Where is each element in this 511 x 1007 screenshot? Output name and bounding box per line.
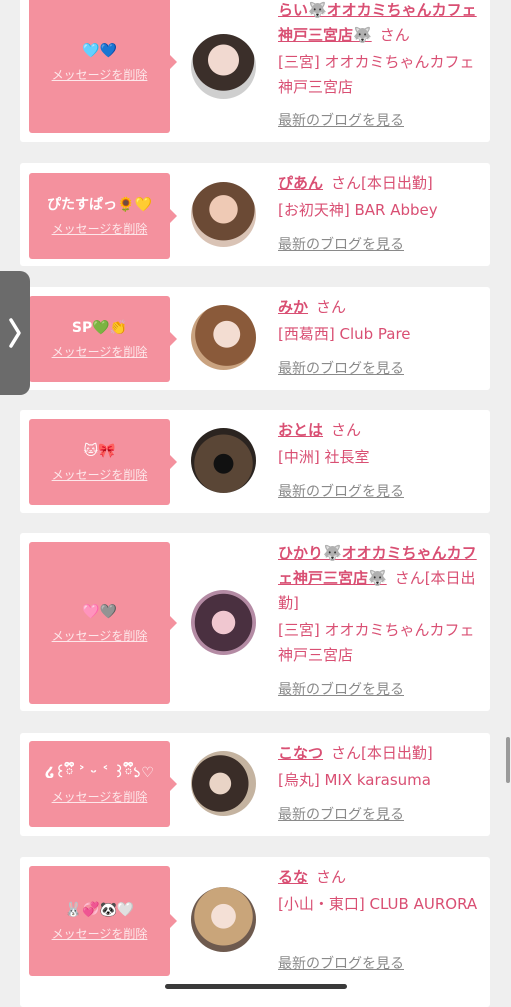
message-text: ໒꒰ྀི ˃ ᵕ ˂ ꒱ྀི১♡	[45, 765, 154, 781]
message-text: 🐰💞🐼🤍	[64, 902, 135, 918]
status-badge: [本日出勤]	[361, 174, 433, 192]
shop-info: [三宮] オオカミちゃんカフェ神戸三宮店	[278, 621, 475, 664]
list-item: SP💚👏 メッセージを削除 みか さん [西葛西] Club Pare 最新のブロ…	[20, 287, 490, 390]
cast-name-link[interactable]: ぴあん	[278, 174, 323, 192]
honorific: さん	[331, 174, 362, 192]
message-bubble: 🩷🩶 メッセージを削除	[29, 542, 177, 704]
message-bubble: ໒꒰ྀི ˃ ᵕ ˂ ꒱ྀི১♡ メッセージを削除	[29, 741, 177, 827]
side-drawer-tab[interactable]	[0, 271, 30, 395]
latest-blog-link[interactable]: 最新のブログを見る	[278, 681, 404, 699]
message-bubble: 🩵💙 メッセージを削除	[29, 0, 177, 133]
avatar[interactable]	[191, 182, 256, 247]
cast-name-link[interactable]: らい🐺オオカミちゃんカフェ神戸三宮店🐺	[278, 1, 477, 44]
list-item: 🩷🩶 メッセージを削除 ひかり🐺オオカミちゃんカフェ神戸三宮店🐺 さん[本日出勤]…	[20, 533, 490, 711]
status-badge: [本日出勤]	[361, 744, 433, 762]
message-text: 🩵💙	[82, 42, 117, 59]
honorific: さん	[331, 421, 362, 439]
latest-blog-link[interactable]: 最新のブログを見る	[278, 955, 404, 973]
message-text: ぴたすぱっ🌻💛	[47, 197, 152, 213]
delete-message-link[interactable]: メッセージを削除	[52, 628, 148, 644]
delete-message-link[interactable]: メッセージを削除	[52, 926, 148, 942]
home-indicator	[165, 984, 347, 989]
message-bubble: 🐰💞🐼🤍 メッセージを削除	[29, 866, 177, 976]
chevron-right-icon	[9, 318, 21, 348]
shop-info: [お初天神] BAR Abbey	[278, 201, 438, 219]
honorific: さん	[316, 868, 347, 886]
message-text: SP💚👏	[71, 320, 128, 336]
avatar[interactable]	[191, 428, 256, 493]
latest-blog-link[interactable]: 最新のブログを見る	[278, 360, 404, 378]
scrollbar[interactable]	[506, 737, 510, 783]
shop-info: [三宮] オオカミちゃんカフェ神戸三宮店	[278, 53, 475, 96]
delete-message-link[interactable]: メッセージを削除	[52, 344, 148, 360]
shop-info: [西葛西] Club Pare	[278, 325, 411, 343]
message-bubble: ぴたすぱっ🌻💛 メッセージを削除	[29, 173, 177, 259]
delete-message-link[interactable]: メッセージを削除	[52, 221, 148, 237]
list-item: ぴたすぱっ🌻💛 メッセージを削除 ぴあん さん[本日出勤] [お初天神] BAR …	[20, 163, 490, 266]
list-item: 🐱🎀 メッセージを削除 おとは さん [中洲] 社長室 最新のブログを見る	[20, 410, 490, 513]
delete-message-link[interactable]: メッセージを削除	[52, 67, 148, 83]
latest-blog-link[interactable]: 最新のブログを見る	[278, 483, 404, 501]
message-bubble: SP💚👏 メッセージを削除	[29, 296, 177, 382]
delete-message-link[interactable]: メッセージを削除	[52, 467, 148, 483]
honorific: さん	[316, 298, 347, 316]
cast-name-link[interactable]: るな	[278, 868, 308, 886]
honorific: さん	[331, 744, 362, 762]
honorific: さん	[379, 26, 410, 44]
shop-info: [烏丸] MIX karasuma	[278, 771, 431, 789]
message-bubble: 🐱🎀 メッセージを削除	[29, 419, 177, 505]
avatar[interactable]	[191, 751, 256, 816]
message-text: 🩷🩶	[82, 604, 117, 620]
list-item: 🩵💙 メッセージを削除 らい🐺オオカミちゃんカフェ神戸三宮店🐺 さん [三宮] オ…	[20, 0, 490, 142]
avatar[interactable]	[191, 887, 256, 952]
list-item: ໒꒰ྀི ˃ ᵕ ˂ ꒱ྀི১♡ メッセージを削除 こなつ さん[本日出勤] [烏…	[20, 733, 490, 836]
latest-blog-link[interactable]: 最新のブログを見る	[278, 112, 404, 130]
delete-message-link[interactable]: メッセージを削除	[52, 789, 148, 805]
latest-blog-link[interactable]: 最新のブログを見る	[278, 806, 404, 824]
avatar[interactable]	[191, 590, 256, 655]
message-list: 🩵💙 メッセージを削除 らい🐺オオカミちゃんカフェ神戸三宮店🐺 さん [三宮] オ…	[0, 0, 511, 1007]
honorific: さん	[394, 569, 425, 587]
message-text: 🐱🎀	[83, 443, 116, 459]
latest-blog-link[interactable]: 最新のブログを見る	[278, 236, 404, 254]
cast-name-link[interactable]: こなつ	[278, 744, 323, 762]
shop-info: [中洲] 社長室	[278, 448, 370, 466]
avatar[interactable]	[191, 34, 256, 99]
cast-name-link[interactable]: みか	[278, 298, 308, 316]
shop-info: [小山・東口] CLUB AURORA	[278, 895, 478, 913]
cast-name-link[interactable]: おとは	[278, 421, 323, 439]
avatar[interactable]	[191, 305, 256, 370]
